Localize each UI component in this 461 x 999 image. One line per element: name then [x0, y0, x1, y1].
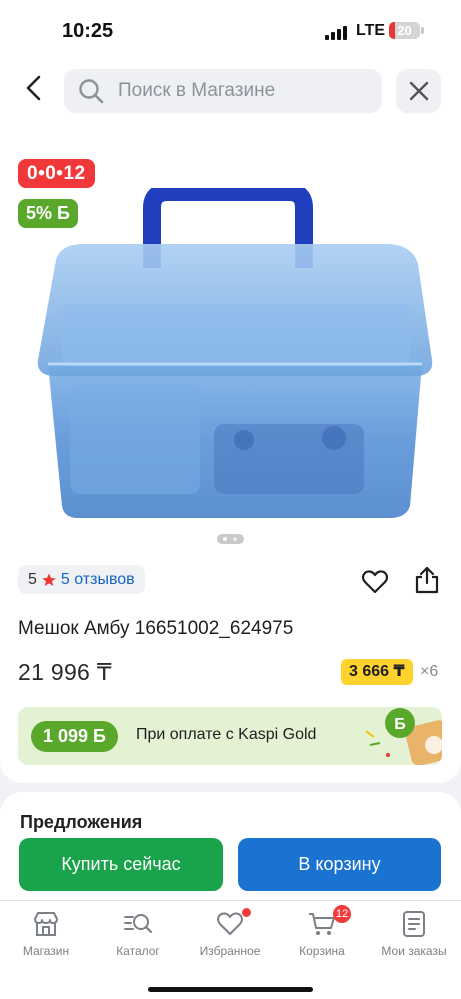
favorite-heart-icon[interactable]	[361, 568, 389, 596]
product-title: Мешок Амбу 16651002_624975	[18, 618, 294, 639]
add-to-cart-button[interactable]: В корзину	[238, 838, 441, 891]
signal-icon	[325, 24, 349, 40]
battery-cap	[421, 27, 424, 34]
share-icon[interactable]	[413, 565, 441, 595]
orders-icon	[403, 911, 425, 937]
status-time: 10:25	[62, 20, 114, 42]
search-header	[0, 56, 461, 128]
nav-favorites-label: Избранное	[199, 944, 261, 958]
timer-badge: 0•0•12	[18, 159, 95, 188]
cart-count-badge: 12	[333, 905, 351, 923]
gallery-pagination	[217, 534, 244, 544]
status-bar: 10:25 LTE 20	[0, 0, 461, 56]
store-icon	[34, 912, 58, 936]
home-indicator	[148, 987, 313, 992]
product-page: 10:25 LTE 20 Поиск в Магазине 0•0•12 5% …	[0, 0, 461, 999]
favorites-dot	[242, 908, 251, 917]
installment-price[interactable]: 3 666 ₸	[341, 659, 413, 685]
chevron-left-icon	[26, 75, 41, 101]
close-icon	[409, 81, 428, 101]
rating-chip[interactable]: 5 5 отзывов	[18, 565, 145, 594]
nav-favorites[interactable]: Избранное	[184, 908, 276, 958]
nav-catalog-label: Каталог	[116, 944, 160, 958]
heart-icon	[215, 908, 251, 939]
nav-orders-label: Мои заказы	[381, 944, 447, 958]
bottom-nav: Магазин Каталог Избранное 12 Корзина Мои…	[0, 900, 461, 999]
svg-text:Б: Б	[394, 716, 406, 733]
kaspi-gold-banner[interactable]: 1 099 Б При оплате с Kaspi Gold Б	[18, 707, 442, 765]
nav-catalog[interactable]: Каталог	[92, 909, 184, 958]
nav-orders[interactable]: Мои заказы	[368, 909, 460, 958]
search-box[interactable]	[64, 69, 382, 113]
network-type: LTE	[356, 22, 386, 39]
search-icon	[79, 79, 104, 104]
nav-store-label: Магазин	[22, 944, 70, 958]
battery-percent: 20	[397, 23, 412, 38]
nav-store[interactable]: Магазин	[0, 909, 92, 958]
product-image	[37, 188, 433, 518]
kaspi-gold-card-icon: Б	[365, 708, 442, 765]
installment-months: ×6	[420, 663, 439, 680]
star-icon	[42, 572, 56, 586]
back-button[interactable]	[18, 70, 50, 106]
bonus-badge: 5% Б	[18, 199, 78, 228]
catalog-search-icon	[124, 914, 153, 934]
close-button[interactable]	[396, 69, 441, 113]
search-input[interactable]	[118, 69, 368, 113]
kaspi-gold-text: При оплате с Kaspi Gold	[136, 726, 317, 743]
product-gallery[interactable]: 0•0•12 5% Б	[0, 128, 461, 548]
product-price: 21 996 ₸	[18, 659, 112, 685]
product-card: 0•0•12 5% Б 5 5 отзывов Мешок Амбу 16651…	[0, 128, 461, 783]
nav-cart-label: Корзина	[299, 944, 345, 958]
reviews-link[interactable]: 5 отзывов	[61, 565, 135, 594]
offers-title: Предложения	[20, 812, 143, 832]
rating-value: 5	[28, 571, 37, 588]
nav-cart[interactable]: 12 Корзина	[276, 905, 368, 958]
cart-icon: 12	[307, 905, 351, 939]
buy-now-button[interactable]: Купить сейчас	[19, 838, 223, 891]
kaspi-bonus-badge: 1 099 Б	[31, 721, 118, 752]
battery-icon: 20	[389, 22, 420, 39]
